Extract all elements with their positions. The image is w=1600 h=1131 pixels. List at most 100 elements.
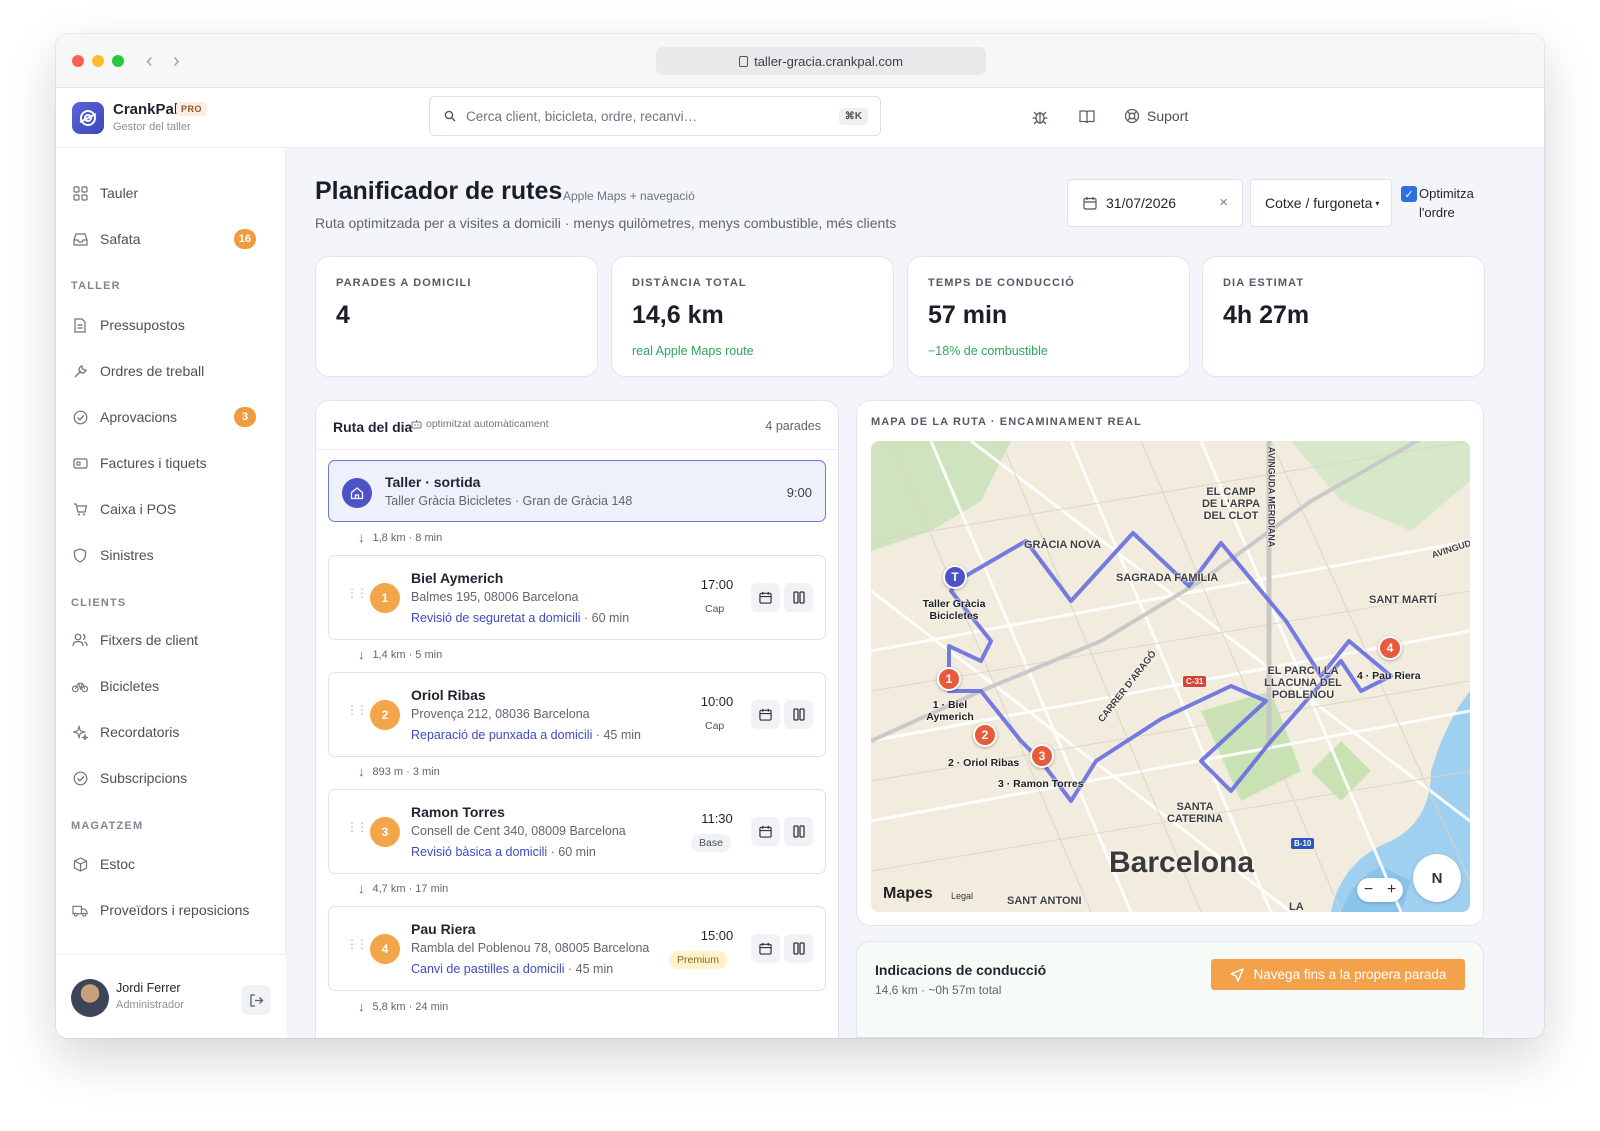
- crankpal-logo-icon[interactable]: [72, 102, 104, 134]
- stop-client-name: Biel Aymerich: [411, 570, 504, 586]
- support-button[interactable]: Suport: [1124, 108, 1188, 124]
- stat-value: 14,6 km: [632, 301, 724, 329]
- sidebar-item-pressupostos[interactable]: Pressupostos: [72, 310, 272, 340]
- sidebar-item-factures[interactable]: Factures i tiquets: [72, 448, 272, 478]
- details-button[interactable]: [784, 934, 813, 963]
- close-window-button[interactable]: [72, 55, 84, 67]
- clear-date-icon[interactable]: ×: [1219, 194, 1228, 211]
- minimize-window-button[interactable]: [92, 55, 104, 67]
- sidebar-item-sinistres[interactable]: Sinistres: [72, 540, 272, 570]
- stat-value: 4: [336, 301, 350, 329]
- drag-handle-icon[interactable]: ⋮⋮: [346, 704, 368, 716]
- route-stop-card[interactable]: ⋮⋮ 4 Pau Riera Rambla del Poblenou 78, 0…: [328, 906, 826, 991]
- optimize-order-checkbox[interactable]: ✓: [1401, 186, 1417, 202]
- district-label: LA: [1289, 901, 1304, 912]
- start-address: Taller Gràcia Bicicletes · Gran de Gràci…: [385, 494, 633, 508]
- schedule-button[interactable]: [751, 817, 780, 846]
- map-pin-stop[interactable]: 1: [937, 667, 961, 691]
- optimize-order-label[interactable]: Optimitza l'ordre: [1419, 184, 1489, 222]
- sidebar-item-tauler[interactable]: Tauler: [72, 178, 272, 208]
- compass-icon[interactable]: N: [1413, 854, 1461, 902]
- zoom-in-button[interactable]: +: [1387, 881, 1396, 899]
- sidebar-item-fitxers[interactable]: Fitxers de client: [72, 625, 272, 655]
- sidebar-item-safata[interactable]: Safata 16: [72, 224, 272, 254]
- section-clients: CLIENTS: [71, 597, 127, 609]
- shield-icon: [72, 547, 88, 563]
- bug-icon[interactable]: [1031, 108, 1049, 131]
- sidebar-item-ordres[interactable]: Ordres de treball: [72, 356, 272, 386]
- zoom-out-button[interactable]: −: [1364, 881, 1373, 899]
- service-link[interactable]: Revisió bàsica a domicili: [411, 845, 547, 859]
- map-pin-stop[interactable]: 2: [973, 723, 997, 747]
- sidebar-item-proveidors[interactable]: Proveïdors i reposicions: [72, 895, 272, 925]
- route-start-card[interactable]: Taller · sortida Taller Gràcia Biciclete…: [328, 460, 826, 522]
- start-time: 9:00: [786, 485, 812, 500]
- url-text: taller-gracia.crankpal.com: [754, 53, 903, 69]
- service-link[interactable]: Revisió de seguretat a domicili: [411, 611, 581, 625]
- map-legal-link[interactable]: Legal: [951, 891, 973, 901]
- route-stop-card[interactable]: ⋮⋮ 1 Biel Aymerich Balmes 195, 08006 Bar…: [328, 555, 826, 640]
- sidebar-item-recordatoris[interactable]: Recordatoris: [72, 717, 272, 747]
- route-map[interactable]: GRÀCIA NOVA SAGRADA FAMÍLIA EL CAMP DE L…: [871, 441, 1470, 912]
- service-link[interactable]: Reparació de punxada a domicili: [411, 728, 592, 742]
- map-pin-start[interactable]: T: [943, 565, 967, 589]
- route-stop-card[interactable]: ⋮⋮ 2 Oriol Ribas Provença 212, 08036 Bar…: [328, 672, 826, 757]
- user-profile: Jordi Ferrer Administrador: [56, 954, 286, 1038]
- navigate-next-stop-button[interactable]: Navega fins a la propera parada: [1211, 959, 1465, 990]
- date-picker[interactable]: 31/07/2026 ×: [1067, 179, 1243, 227]
- leg-text: 1,4 km · 5 min: [372, 648, 443, 661]
- district-label: GRÀCIA NOVA: [1024, 539, 1101, 551]
- service-duration: · 60 min: [547, 845, 596, 859]
- logout-button[interactable]: [241, 985, 271, 1015]
- book-icon[interactable]: [1078, 108, 1096, 131]
- global-search-input[interactable]: Cerca client, bicicleta, ordre, recanvi……: [429, 96, 881, 136]
- schedule-button[interactable]: [751, 934, 780, 963]
- street-label: AVINGUDA MERIDIANA: [1266, 446, 1277, 548]
- drag-handle-icon[interactable]: ⋮⋮: [346, 821, 368, 833]
- sidebar-item-label: Fitxers de client: [100, 632, 199, 648]
- sidebar-item-bicicletes[interactable]: Bicicletes: [72, 671, 272, 701]
- route-leg: ↓ 1,4 km · 5 min: [358, 647, 442, 662]
- forward-arrow-icon[interactable]: ›: [173, 50, 180, 73]
- sidebar-item-estoc[interactable]: Estoc: [72, 849, 272, 879]
- map-pin-label: 3 · Ramon Torres: [998, 778, 1084, 790]
- stop-number: 3: [370, 817, 400, 847]
- map-pin-stop[interactable]: 3: [1030, 744, 1054, 768]
- district-label: SANT MARTÍ: [1369, 594, 1437, 606]
- drag-handle-icon[interactable]: ⋮⋮: [346, 938, 368, 950]
- maximize-window-button[interactable]: [112, 55, 124, 67]
- map-pin-stop[interactable]: 4: [1378, 636, 1402, 660]
- map-pin-label: Taller Gràcia Bicicletes: [922, 598, 986, 622]
- service-link[interactable]: Canvi de pastilles a domicili: [411, 962, 565, 976]
- details-button[interactable]: [784, 700, 813, 729]
- back-arrow-icon[interactable]: ‹: [146, 50, 153, 73]
- schedule-button[interactable]: [751, 583, 780, 612]
- route-stop-card[interactable]: ⋮⋮ 3 Ramon Torres Consell de Cent 340, 0…: [328, 789, 826, 874]
- main-content: Planificador de rutes Apple Maps + naveg…: [286, 148, 1544, 1038]
- route-leg: ↓ 5,8 km · 24 min: [358, 999, 448, 1014]
- sidebar-item-subscripcions[interactable]: Subscripcions: [72, 763, 272, 793]
- sidebar-item-aprovacions[interactable]: Aprovacions 3: [72, 402, 272, 432]
- start-title: Taller · sortida: [385, 474, 481, 490]
- stop-time: 10:00: [700, 694, 734, 709]
- avatar[interactable]: [71, 979, 109, 1017]
- details-button[interactable]: [784, 817, 813, 846]
- vehicle-select[interactable]: Cotxe / furgoneta ▾: [1250, 179, 1392, 227]
- road-badge: B-10: [1291, 838, 1315, 849]
- sidebar-item-label: Pressupostos: [100, 317, 185, 333]
- sidebar-item-label: Sinistres: [100, 547, 154, 563]
- details-button[interactable]: [784, 583, 813, 612]
- date-value: 31/07/2026: [1106, 195, 1177, 211]
- sidebar-item-label: Estoc: [100, 856, 136, 872]
- app-header: CrankPal PRO Gestor del taller Cerca cli…: [56, 88, 1544, 148]
- stat-value: 57 min: [928, 301, 1008, 329]
- calendar-icon: [759, 825, 772, 838]
- address-bar[interactable]: taller-gracia.crankpal.com: [656, 47, 986, 75]
- sidebar-item-caixa[interactable]: Caixa i POS: [72, 494, 272, 524]
- stop-number: 4: [370, 934, 400, 964]
- stop-time: 15:00: [700, 928, 734, 943]
- schedule-button[interactable]: [751, 700, 780, 729]
- drag-handle-icon[interactable]: ⋮⋮: [346, 587, 368, 599]
- stop-number: 2: [370, 700, 400, 730]
- route-optimized-tag: optimitzat automàticament: [411, 418, 549, 430]
